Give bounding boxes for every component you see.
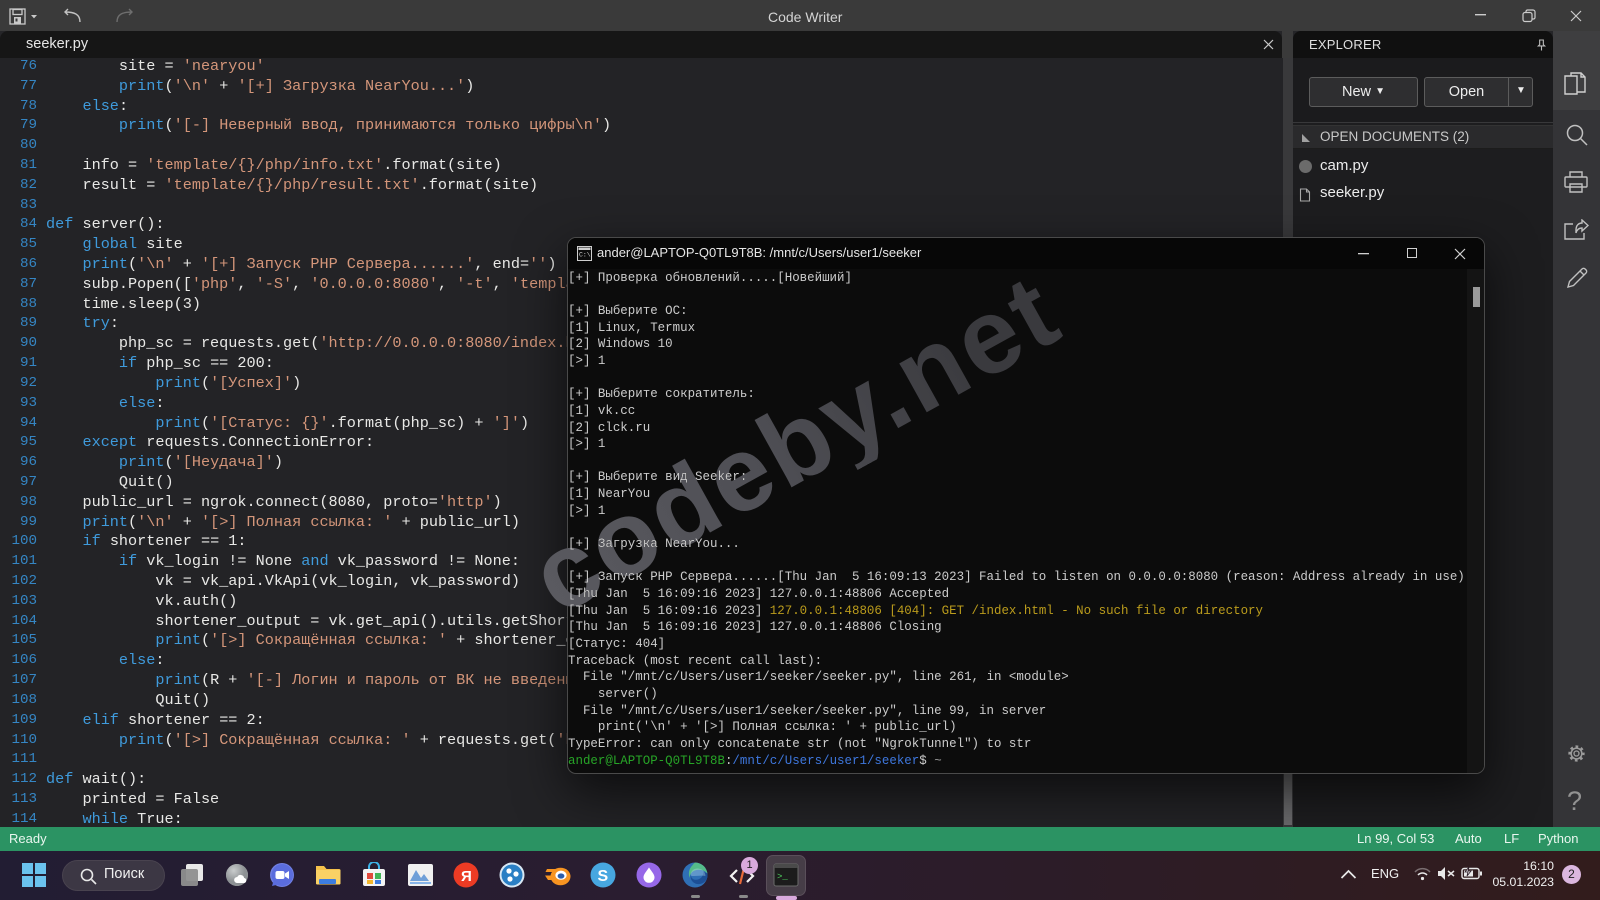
svg-text:C:\: C:\	[579, 252, 591, 259]
svg-text:>_: >_	[777, 872, 788, 882]
svg-text:S: S	[598, 868, 609, 885]
svg-text:Я: Я	[461, 868, 472, 885]
